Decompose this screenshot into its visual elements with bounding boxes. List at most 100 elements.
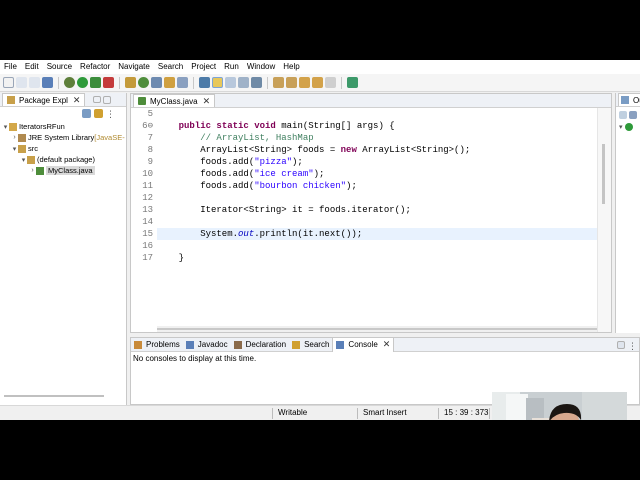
show-whitespace-icon[interactable] (225, 77, 236, 88)
code-area[interactable]: public static void main(String[] args) {… (157, 108, 597, 332)
close-icon[interactable]: ✕ (383, 339, 391, 350)
tree-item[interactable]: › JRE System Library [JavaSE- (0, 132, 126, 143)
toggle-highlight-icon[interactable] (212, 77, 223, 88)
console-tabbar: Problems Javadoc Declaration Search Console ✕ (131, 337, 639, 352)
horizontal-scrollbar[interactable] (157, 326, 597, 332)
menu-item-project[interactable]: Project (187, 60, 220, 74)
menu-item-file[interactable]: File (0, 60, 21, 74)
tab-myclass-java[interactable]: MyClass.java ✕ (133, 94, 216, 107)
code-line[interactable]: Iterator<String> it = foods.iterator(); (157, 204, 411, 216)
code-line[interactable]: foods.add("pizza"); (157, 156, 303, 168)
toggle-mark-icon[interactable] (199, 77, 210, 88)
editor-view: MyClass.java ✕ 5 6⊖ 7 8 9 10 11 12 13 14 15 16 17 pu… (130, 93, 612, 333)
tab-search[interactable]: Search (289, 338, 332, 352)
save-icon[interactable] (16, 77, 27, 88)
code-line[interactable]: public static void main(String[] args) { (157, 120, 395, 132)
code-line[interactable]: ArrayList<String> foods = new ArrayList<… (157, 144, 470, 156)
maximize-icon[interactable] (103, 95, 112, 104)
new-icon[interactable] (3, 77, 14, 88)
tree-item[interactable]: ▾ (default package) (0, 154, 126, 165)
previous-annotation-icon[interactable] (286, 77, 297, 88)
chevron-down-icon[interactable]: ▾ (20, 156, 27, 164)
tab-outline[interactable]: Ou (618, 93, 640, 106)
tree-item[interactable]: › MyClass.java (0, 165, 126, 176)
new-java-project-icon[interactable] (125, 77, 136, 88)
save-all-icon[interactable] (29, 77, 40, 88)
back-icon[interactable] (312, 77, 323, 88)
tree-item-label: JRE System Library (28, 133, 95, 142)
status-divider (357, 408, 358, 419)
last-edit-icon[interactable] (299, 77, 310, 88)
chevron-down-icon[interactable]: ▾ (2, 123, 9, 131)
status-cursor-position: 15 : 39 : 373 (444, 408, 489, 417)
sort-icon[interactable] (619, 111, 627, 119)
new-class-icon[interactable] (138, 77, 149, 88)
tab-javadoc[interactable]: Javadoc (183, 338, 231, 352)
minimize-icon[interactable] (93, 96, 102, 103)
tree-item-label: MyClass.java (46, 166, 95, 175)
menu-item-run[interactable]: Run (220, 60, 243, 74)
tab-problems[interactable]: Problems (131, 338, 183, 352)
tab-declaration[interactable]: Declaration (231, 338, 289, 352)
scrollbar-thumb[interactable] (157, 328, 597, 330)
open-type-icon[interactable] (151, 77, 162, 88)
run-external-icon[interactable] (90, 77, 101, 88)
menu-item-search[interactable]: Search (154, 60, 187, 74)
open-console-icon[interactable] (42, 77, 53, 88)
outline-tabbar: Ou (616, 93, 640, 107)
open-perspective-icon[interactable] (347, 77, 358, 88)
link-with-editor-icon[interactable] (94, 109, 103, 118)
tab-package-explorer[interactable]: Package Expl ✕ (2, 93, 86, 106)
open-task-icon[interactable] (164, 77, 175, 88)
code-line[interactable]: foods.add("bourbon chicken"); (157, 180, 357, 192)
code-editor[interactable]: 5 6⊖ 7 8 9 10 11 12 13 14 15 16 17 public static voi… (131, 108, 611, 332)
chevron-right-icon[interactable]: › (29, 167, 36, 174)
close-icon[interactable]: ✕ (73, 95, 81, 106)
hide-fields-icon[interactable] (629, 111, 637, 119)
run-icon[interactable] (77, 77, 88, 88)
vertical-scrollbar[interactable] (597, 108, 611, 332)
menu-item-edit[interactable]: Edit (21, 60, 43, 74)
view-menu-icon[interactable]: ⋮ (628, 341, 637, 352)
display-console-icon[interactable] (617, 341, 625, 349)
block-selection-icon[interactable] (238, 77, 249, 88)
forward-icon[interactable] (325, 77, 336, 88)
menu-item-source[interactable]: Source (43, 60, 76, 74)
tree-item[interactable]: ▾ src (0, 143, 126, 154)
menu-item-window[interactable]: Window (243, 60, 279, 74)
console-controls: ⋮ (617, 341, 637, 352)
chevron-down-icon[interactable]: ▾ (11, 145, 18, 153)
menu-item-navigate[interactable]: Navigate (114, 60, 154, 74)
outline-item[interactable]: ▾ (616, 123, 640, 131)
line-number: 17 (142, 253, 153, 263)
code-line[interactable]: // ArrayList, HashMap (157, 132, 313, 144)
close-icon[interactable]: ✕ (203, 96, 211, 107)
chevron-right-icon[interactable]: › (11, 134, 18, 141)
line-number: 5 (147, 109, 153, 119)
menu-item-refactor[interactable]: Refactor (76, 60, 114, 74)
view-menu-icon[interactable]: ⋮ (106, 109, 115, 120)
tab-label: Problems (146, 340, 180, 349)
debug-icon[interactable] (64, 77, 75, 88)
code-line[interactable]: foods.add("ice cream"); (157, 168, 324, 180)
tab-console[interactable]: Console ✕ (332, 337, 395, 352)
horizontal-scrollbar[interactable] (4, 395, 104, 397)
line-number: 13 (142, 205, 153, 215)
menu-item-help[interactable]: Help (279, 60, 303, 74)
coverage-icon[interactable] (103, 77, 114, 88)
pilcrow-icon[interactable] (251, 77, 262, 88)
toolbar-separator (193, 76, 194, 89)
collapse-all-icon[interactable] (82, 109, 91, 118)
scrollbar-thumb[interactable] (602, 144, 605, 204)
next-annotation-icon[interactable] (273, 77, 284, 88)
presenter-video (492, 392, 627, 420)
toolbar-separator (58, 76, 59, 89)
status-writable: Writable (278, 408, 308, 417)
tree-item[interactable]: ▾ IteratorsRFun (0, 121, 126, 132)
search-icon[interactable] (177, 77, 188, 88)
tree-item-decoration: [JavaSE- (94, 133, 125, 142)
class-icon (624, 123, 633, 131)
code-line[interactable]: System.out.println(it.next()); (157, 228, 362, 240)
code-line[interactable]: } (157, 252, 184, 264)
chevron-down-icon[interactable]: ▾ (619, 123, 623, 131)
